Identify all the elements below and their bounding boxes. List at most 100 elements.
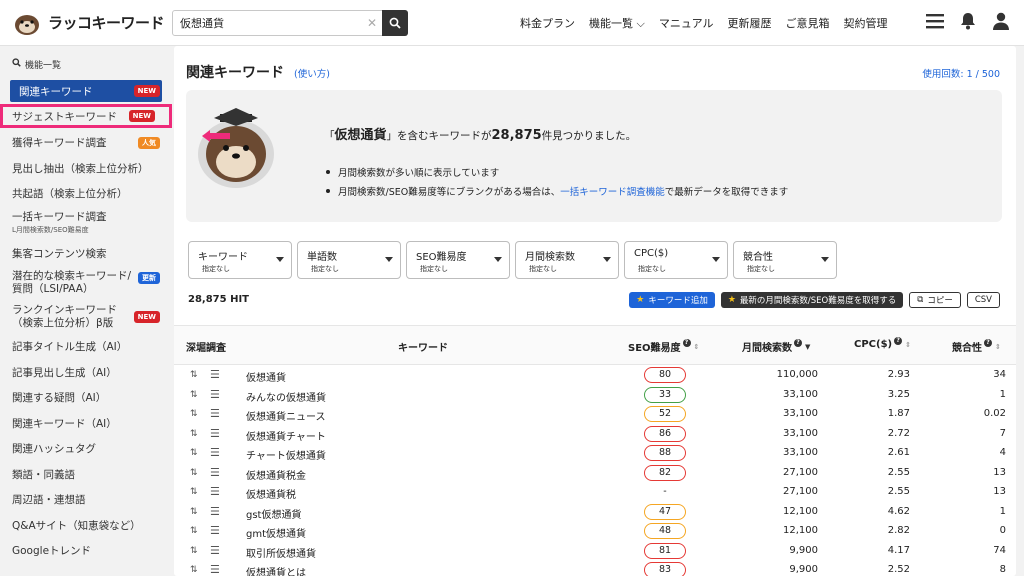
nav-pricing[interactable]: 料金プラン: [520, 15, 575, 31]
filter-competition[interactable]: 競合性 指定なし: [733, 241, 837, 279]
table-row[interactable]: ⇅ ☰ みんなの仮想通貨 33 33,100 3.25 1: [174, 386, 1016, 406]
bell-icon[interactable]: [960, 12, 976, 34]
dig-icon[interactable]: ⇅: [190, 487, 198, 497]
keyword-cell[interactable]: 仮想通貨: [246, 369, 286, 384]
col-cpc[interactable]: CPC($)? ⇕: [854, 336, 911, 350]
csv-button[interactable]: CSV: [966, 292, 1000, 308]
nav-changelog[interactable]: 更新履歴: [728, 15, 772, 31]
keyword-cell[interactable]: 仮想通貨ニュース: [246, 408, 326, 423]
filter-cpc[interactable]: CPC($) 指定なし: [624, 241, 728, 279]
sidebar-item-related-keywords[interactable]: 関連キーワード NEW: [10, 80, 162, 102]
sidebar-item-bulk-keyword[interactable]: 一括キーワード調査 L月間検索数/SEO難易度: [0, 207, 172, 241]
sidebar-item-questions[interactable]: 関連する疑問（AI）: [0, 385, 172, 411]
help-icon[interactable]: ?: [794, 338, 802, 347]
sidebar-item-hashtags[interactable]: 関連ハッシュタグ: [0, 436, 172, 462]
fetch-latest-button[interactable]: ★ 最新の月間検索数/SEO難易度を取得する: [720, 292, 904, 308]
close-icon[interactable]: ✕: [362, 16, 382, 30]
logo[interactable]: ラッコキーワード: [0, 10, 172, 36]
list-icon[interactable]: ☰: [210, 563, 220, 576]
dig-icon[interactable]: ⇅: [190, 468, 198, 478]
sidebar-item-title-gen[interactable]: 記事タイトル生成（AI）: [0, 334, 172, 360]
col-volume[interactable]: 月間検索数? ▼: [742, 338, 810, 354]
help-icon[interactable]: ?: [682, 338, 691, 347]
keyword-cell[interactable]: チャート仮想通貨: [246, 447, 326, 462]
nav-features[interactable]: 機能一覧 ⌵: [589, 15, 645, 31]
keyword-cell[interactable]: 仮想通貨税: [246, 486, 296, 501]
dig-icon[interactable]: ⇅: [190, 390, 198, 400]
list-icon[interactable]: ☰: [210, 485, 220, 498]
sidebar-item-qa-sites[interactable]: Q&Aサイト（知恵袋など）: [0, 513, 172, 539]
dig-icon[interactable]: ⇅: [190, 565, 198, 575]
table-row[interactable]: ⇅ ☰ チャート仮想通貨 88 33,100 2.61 4: [174, 444, 1016, 464]
filter-seo-difficulty[interactable]: SEO難易度 指定なし: [406, 241, 510, 279]
list-icon[interactable]: ☰: [210, 407, 220, 420]
keyword-cell[interactable]: gmt仮想通貨: [246, 525, 306, 540]
sidebar-item-associations[interactable]: 周辺語・連想語: [0, 487, 172, 513]
filter-word-count[interactable]: 単語数 指定なし: [297, 241, 401, 279]
list-icon[interactable]: ☰: [210, 446, 220, 459]
dig-icon[interactable]: ⇅: [190, 409, 198, 419]
sidebar-item-suggest-keywords[interactable]: サジェストキーワード NEW: [0, 104, 172, 128]
list-icon[interactable]: ☰: [210, 544, 220, 557]
user-icon[interactable]: [992, 12, 1010, 34]
nav-manual[interactable]: マニュアル: [659, 15, 714, 31]
table-row[interactable]: ⇅ ☰ 仮想通貨とは 83 9,900 2.52 8: [174, 561, 1016, 576]
dig-icon[interactable]: ⇅: [190, 448, 198, 458]
dig-icon[interactable]: ⇅: [190, 370, 198, 380]
howto-link[interactable]: (使い方): [294, 66, 330, 80]
dig-icon[interactable]: ⇅: [190, 429, 198, 439]
sidebar-item-acquired-keywords[interactable]: 獲得キーワード調査 人気: [0, 130, 172, 156]
col-seo[interactable]: SEO難易度? ⇕: [628, 338, 699, 354]
keyword-cell[interactable]: 仮想通貨税金: [246, 467, 306, 482]
search-button[interactable]: [382, 10, 408, 36]
sidebar-item-headings[interactable]: 見出し抽出（検索上位分析）: [0, 156, 172, 182]
sidebar-item-rank-in[interactable]: ランクインキーワード （検索上位分析）β版 NEW: [0, 300, 172, 334]
sidebar-item-heading-gen[interactable]: 記事見出し生成（AI）: [0, 360, 172, 386]
table-row[interactable]: ⇅ ☰ 仮想通貨ニュース 52 33,100 1.87 0.02: [174, 405, 1016, 425]
nav-contract[interactable]: 契約管理: [844, 15, 888, 31]
list-icon[interactable]: ☰: [210, 368, 220, 381]
list-icon[interactable]: ☰: [210, 505, 220, 518]
hamburger-menu-icon[interactable]: [926, 13, 944, 33]
seo-difficulty-cell: -: [644, 484, 686, 500]
table-row[interactable]: ⇅ ☰ gmt仮想通貨 48 12,100 2.82 0: [174, 522, 1016, 542]
table-row[interactable]: ⇅ ☰ 取引所仮想通貨 81 9,900 4.17 74: [174, 542, 1016, 562]
table-row[interactable]: ⇅ ☰ 仮想通貨チャート 86 33,100 2.72 7: [174, 425, 1016, 445]
table-row[interactable]: ⇅ ☰ 仮想通貨税 - 27,100 2.55 13: [174, 483, 1016, 503]
filter-volume[interactable]: 月間検索数 指定なし: [515, 241, 619, 279]
table-row[interactable]: ⇅ ☰ 仮想通貨税金 82 27,100 2.55 13: [174, 464, 1016, 484]
keyword-cell[interactable]: みんなの仮想通貨: [246, 389, 326, 404]
sidebar-item-lsi-paa[interactable]: 潜在的な検索キーワード/ 質問（LSI/PAA） 更新: [0, 266, 172, 300]
keyword-cell[interactable]: gst仮想通貨: [246, 506, 301, 521]
page-title: 関連キーワード: [186, 65, 284, 81]
dig-icon[interactable]: ⇅: [190, 546, 198, 556]
bulk-keyword-link[interactable]: 一括キーワード調査機能: [560, 187, 665, 198]
keyword-cell[interactable]: 仮想通貨チャート: [246, 428, 326, 443]
col-competition[interactable]: 競合性? ⇕: [952, 338, 1001, 354]
list-icon[interactable]: ☰: [210, 524, 220, 537]
dig-icon[interactable]: ⇅: [190, 507, 198, 517]
table-row[interactable]: ⇅ ☰ 仮想通貨 80 110,000 2.93 34: [174, 366, 1016, 386]
cpc-cell: 2.55: [887, 486, 910, 497]
cpc-cell: 4.17: [887, 544, 910, 556]
nav-feedback[interactable]: ご意見箱: [786, 15, 830, 31]
summary-text: 」を含むキーワードが: [386, 130, 492, 142]
copy-button[interactable]: ⧉ コピー: [909, 292, 961, 308]
sidebar-item-related-ai[interactable]: 関連キーワード（AI）: [0, 411, 172, 437]
keyword-cell[interactable]: 仮想通貨とは: [246, 564, 306, 576]
add-keyword-button[interactable]: ★ キーワード追加: [629, 292, 715, 308]
sidebar-item-google-trends[interactable]: Googleトレンド: [0, 538, 172, 564]
list-icon[interactable]: ☰: [210, 466, 220, 479]
help-icon[interactable]: ?: [894, 336, 903, 345]
filter-keyword[interactable]: キーワード 指定なし: [188, 241, 292, 279]
list-icon[interactable]: ☰: [210, 427, 220, 440]
table-row[interactable]: ⇅ ☰ gst仮想通貨 47 12,100 4.62 1: [174, 503, 1016, 523]
sidebar-item-synonyms[interactable]: 類語・同義語: [0, 462, 172, 488]
search-input[interactable]: [173, 16, 362, 30]
dig-icon[interactable]: ⇅: [190, 526, 198, 536]
help-icon[interactable]: ?: [984, 338, 992, 347]
list-icon[interactable]: ☰: [210, 388, 220, 401]
keyword-cell[interactable]: 取引所仮想通貨: [246, 545, 316, 560]
sidebar-item-cooccurrence[interactable]: 共起語（検索上位分析）: [0, 181, 172, 207]
sidebar-item-content-search[interactable]: 集客コンテンツ検索: [0, 241, 172, 267]
